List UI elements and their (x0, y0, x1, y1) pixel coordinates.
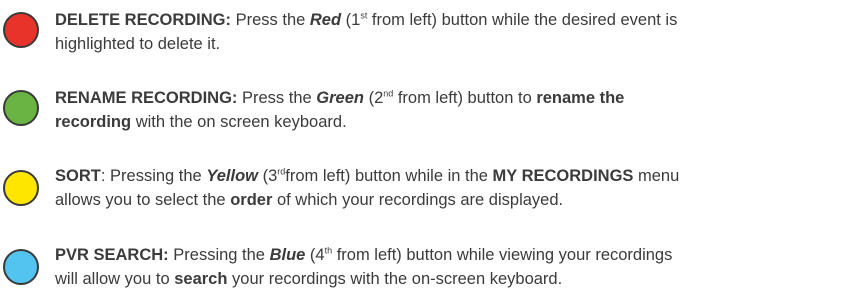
instruction-title: RENAME RECORDING: (55, 89, 238, 107)
yellow-circle-icon (3, 170, 39, 206)
instruction-text: RENAME RECORDING: Press the Green (2nd f… (55, 86, 845, 134)
text-run: (2 (363, 89, 384, 107)
instruction-title: PVR SEARCH: (55, 246, 169, 264)
bold-text: rename the (536, 89, 625, 107)
red-circle-icon (3, 12, 39, 48)
bold-text: search (174, 270, 228, 288)
text-run: will allow you to (55, 270, 175, 288)
instruction-text: DELETE RECORDING: Press the Red (1st fro… (55, 8, 845, 56)
text-run: with the on screen keyboard. (131, 113, 347, 131)
bold-text: MY RECORDINGS (492, 167, 634, 185)
text-run: highlighted to delete it. (55, 35, 221, 53)
ordinal-suffix: th (324, 245, 333, 256)
text-run: from left) button while the desired even… (367, 11, 678, 29)
text-run: your recordings with the on-screen keybo… (227, 270, 563, 288)
text-run: of which your recordings are displayed. (272, 191, 564, 209)
text-run: Pressing the (168, 246, 270, 264)
color-word: Yellow (206, 167, 258, 185)
text-run: : Pressing the (100, 167, 207, 185)
color-word: Red (309, 11, 342, 29)
text-run: (4 (305, 246, 325, 264)
text-run: from left) button while in the (285, 167, 493, 185)
green-circle-icon (3, 90, 39, 126)
text-run: Press the (231, 11, 310, 29)
text-run: from left) button to (393, 89, 537, 107)
instruction-title: SORT (55, 167, 101, 185)
text-run: Press the (237, 89, 317, 107)
ordinal-suffix: nd (383, 88, 394, 99)
instruction-title: DELETE RECORDING: (55, 11, 232, 29)
color-word: Blue (269, 246, 306, 264)
text-run: allows you to select the (55, 191, 231, 209)
text-run: (3 (257, 167, 278, 185)
text-run: menu (633, 167, 680, 185)
text-run: (1 (341, 11, 361, 29)
bold-text: order (230, 191, 273, 209)
instruction-text: PVR SEARCH: Pressing the Blue (4th from … (55, 243, 845, 291)
bold-text: recording (55, 113, 132, 131)
instruction-text: SORT: Pressing the Yellow (3rdfrom left)… (55, 164, 845, 212)
color-word: Green (316, 89, 364, 107)
blue-circle-icon (3, 249, 39, 285)
text-run: from left) button while viewing your rec… (332, 246, 673, 264)
